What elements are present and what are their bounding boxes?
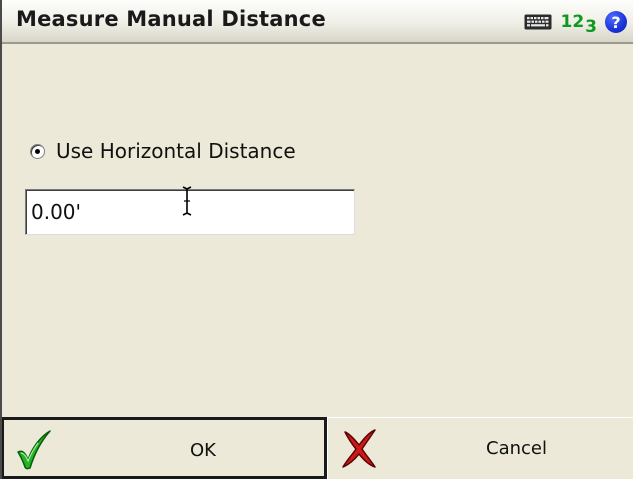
keyboard-icon[interactable]	[524, 13, 552, 31]
numeric-indicator-text: 123	[560, 11, 597, 37]
cancel-button[interactable]: Cancel	[327, 417, 633, 479]
dialog-window: Measure Manual Distance 123 ? Use Horizo…	[0, 0, 633, 479]
use-horizontal-distance-option[interactable]: Use Horizontal Distance	[30, 139, 296, 163]
distance-input[interactable]	[25, 189, 355, 235]
numeric-input-icon[interactable]: 123	[560, 11, 597, 37]
numeric-indicator-subscript: 3	[585, 16, 597, 37]
radio-selected-dot	[35, 148, 40, 154]
radio-button[interactable]	[30, 143, 45, 159]
radio-label: Use Horizontal Distance	[56, 139, 296, 163]
dialog-title: Measure Manual Distance	[16, 7, 326, 31]
cancel-x-icon	[342, 429, 376, 468]
help-icon[interactable]: ?	[605, 11, 627, 33]
button-bar: OK Cancel	[2, 417, 633, 479]
ok-label: OK	[190, 440, 216, 461]
title-bar: Measure Manual Distance 123 ?	[2, 0, 633, 44]
ok-button[interactable]: OK	[2, 417, 327, 479]
checkmark-icon	[17, 430, 51, 470]
title-bar-icons: 123 ?	[524, 9, 627, 35]
cancel-label: Cancel	[486, 438, 547, 459]
